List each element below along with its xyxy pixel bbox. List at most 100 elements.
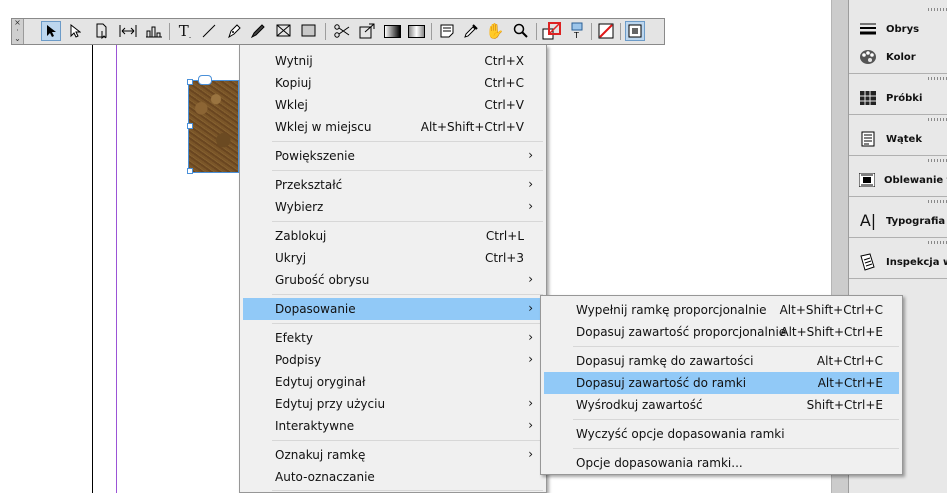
rectangle-frame-tool-icon[interactable] — [274, 21, 294, 41]
submenu-item-clear-fitting-options[interactable]: Wyczyść opcje dopasowania ramki — [544, 423, 899, 445]
menu-item-paste[interactable]: Wklej Ctrl+V — [243, 94, 543, 116]
menu-separator — [272, 440, 543, 441]
submenu-arrow-icon: › — [528, 177, 533, 191]
menu-item-edit-with[interactable]: Edytuj przy użyciu › — [243, 393, 543, 415]
gradient-feather-tool-icon[interactable] — [406, 21, 426, 41]
menu-item-shortcut: Ctrl+V — [484, 98, 524, 112]
panel-item-color[interactable]: Kolor — [849, 45, 947, 69]
menu-item-lock[interactable]: Zablokuj Ctrl+L — [243, 225, 543, 247]
panel-item-text-wrap[interactable]: Oblewanie tek — [849, 168, 947, 192]
rectangle-tool-icon[interactable] — [299, 21, 319, 41]
panel-item-stroke[interactable]: Obrys — [849, 17, 947, 41]
menu-separator — [573, 448, 899, 449]
pen-tool-icon[interactable] — [224, 21, 244, 41]
menu-item-label: Grubość obrysu — [275, 273, 370, 287]
toolbar-separator — [536, 23, 537, 40]
panel-item-preflight[interactable]: Inspekcja wst — [849, 250, 947, 274]
panel-item-glyphs[interactable]: A| Typografia — [849, 209, 947, 233]
menu-item-tag-frame[interactable]: Oznakuj ramkę › — [243, 444, 543, 466]
menu-item-shortcut: Alt+Shift+Ctrl+V — [420, 120, 524, 134]
eyedropper-tool-icon[interactable] — [461, 21, 481, 41]
glyphs-icon: A| — [859, 211, 877, 230]
panel-group-grip[interactable] — [928, 77, 947, 80]
swatches-icon — [859, 90, 877, 106]
scissors-tool-icon[interactable] — [332, 21, 352, 41]
menu-item-label: Kopiuj — [275, 76, 312, 90]
panel-item-thread[interactable]: Wątek — [849, 127, 947, 151]
menu-item-interactive[interactable]: Interaktywne › — [243, 415, 543, 437]
menu-item-shortcut: Alt+Shift+Ctrl+C — [779, 303, 883, 317]
line-tool-icon[interactable] — [199, 21, 219, 41]
menu-item-label: Efekty — [275, 331, 313, 345]
menu-item-copy[interactable]: Kopiuj Ctrl+C — [243, 72, 543, 94]
submenu-item-fit-frame-to-content[interactable]: Dopasuj ramkę do zawartości Alt+Ctrl+C — [544, 350, 899, 372]
submenu-arrow-icon: › — [528, 148, 533, 162]
selection-tool-icon[interactable] — [41, 21, 61, 41]
fitting-submenu: Wypełnij ramkę proporcjonalnie Alt+Shift… — [540, 295, 903, 475]
menu-item-effects[interactable]: Efekty › — [243, 327, 543, 349]
selected-image-frame[interactable] — [188, 80, 239, 173]
gap-tool-icon[interactable] — [118, 21, 138, 41]
menu-item-transform[interactable]: Przekształć › — [243, 174, 543, 196]
panel-item-label: Wątek — [886, 133, 922, 145]
pencil-tool-icon[interactable] — [248, 21, 268, 41]
menu-item-paste-in-place[interactable]: Wklej w miejscu Alt+Shift+Ctrl+V — [243, 116, 543, 138]
submenu-arrow-icon: › — [528, 447, 533, 461]
selection-handle[interactable] — [187, 168, 193, 174]
menu-item-hide[interactable]: Ukryj Ctrl+3 — [243, 247, 543, 269]
direct-selection-tool-icon[interactable] — [65, 21, 85, 41]
submenu-item-center-content[interactable]: Wyśrodkuj zawartość Shift+Ctrl+E — [544, 394, 899, 416]
menu-item-label: Oznakuj ramkę — [275, 448, 366, 462]
normal-view-mode-icon[interactable] — [625, 21, 645, 41]
panel-item-label: Inspekcja wst — [886, 256, 947, 268]
menu-item-cut[interactable]: Wytnij Ctrl+X — [243, 50, 543, 72]
type-tool-icon[interactable]: T. — [175, 21, 195, 41]
menu-item-label: Zablokuj — [275, 229, 327, 243]
menu-item-shortcut: Ctrl+L — [485, 229, 524, 243]
page-edge — [92, 45, 93, 493]
panel-item-swatches[interactable]: Próbki — [849, 86, 947, 110]
toolbar-grip[interactable]: × · ⌄ — [12, 19, 24, 44]
content-collector-icon[interactable] — [144, 21, 164, 41]
toolbar-separator — [431, 23, 432, 40]
context-menu: Wytnij Ctrl+X Kopiuj Ctrl+C Wklej Ctrl+V… — [239, 45, 547, 493]
submenu-arrow-icon: › — [528, 396, 533, 410]
submenu-item-fit-content-to-frame[interactable]: Dopasuj zawartość do ramki Alt+Ctrl+E — [544, 372, 899, 394]
selection-handle[interactable] — [187, 79, 193, 85]
panel-divider — [849, 73, 947, 74]
menu-item-shortcut: Alt+Shift+Ctrl+E — [780, 325, 883, 339]
panel-group-grip[interactable] — [928, 8, 947, 11]
menu-item-edit-original[interactable]: Edytuj oryginał — [243, 371, 543, 393]
panel-group-grip[interactable] — [928, 200, 947, 203]
menu-item-shortcut: Shift+Ctrl+E — [806, 398, 883, 412]
hand-tool-icon[interactable]: ✋ — [485, 21, 505, 41]
submenu-item-fill-frame-proportionally[interactable]: Wypełnij ramkę proporcjonalnie Alt+Shift… — [544, 299, 899, 321]
submenu-item-frame-fitting-options[interactable]: Opcje dopasowania ramki... — [544, 452, 899, 474]
apply-none-icon[interactable] — [596, 21, 616, 41]
panel-group-grip[interactable] — [928, 159, 947, 162]
menu-item-select[interactable]: Wybierz › — [243, 196, 543, 218]
panel-item-label: Obrys — [886, 23, 920, 35]
zoom-tool-icon[interactable] — [511, 21, 531, 41]
menu-item-stroke-weight[interactable]: Grubość obrysu › — [243, 269, 543, 291]
fill-stroke-swap-icon[interactable] — [542, 21, 562, 41]
toolbar-separator — [325, 23, 326, 40]
menu-item-autotag[interactable]: Auto-oznaczanie — [243, 466, 543, 488]
menu-item-label: Edytuj przy użyciu — [275, 397, 386, 411]
page-tool-icon[interactable] — [92, 21, 112, 41]
note-tool-icon[interactable] — [437, 21, 457, 41]
formatting-affects-container-icon[interactable]: T — [567, 21, 587, 41]
menu-item-label: Wybierz — [275, 200, 324, 214]
content-grabber-icon[interactable] — [198, 75, 212, 85]
submenu-item-fit-content-proportionally[interactable]: Dopasuj zawartość proporcjonalnie Alt+Sh… — [544, 321, 899, 343]
menu-item-fitting[interactable]: Dopasowanie › — [243, 298, 543, 320]
menu-item-zoom[interactable]: Powiększenie › — [243, 145, 543, 167]
menu-item-label: Wypełnij ramkę proporcjonalnie — [576, 303, 767, 317]
toolbar-separator — [591, 23, 592, 40]
panel-group-grip[interactable] — [928, 118, 947, 121]
menu-item-captions[interactable]: Podpisy › — [243, 349, 543, 371]
selection-handle[interactable] — [187, 123, 193, 129]
gradient-swatch-tool-icon[interactable] — [382, 21, 402, 41]
free-transform-tool-icon[interactable] — [357, 21, 377, 41]
panel-group-grip[interactable] — [928, 241, 947, 244]
